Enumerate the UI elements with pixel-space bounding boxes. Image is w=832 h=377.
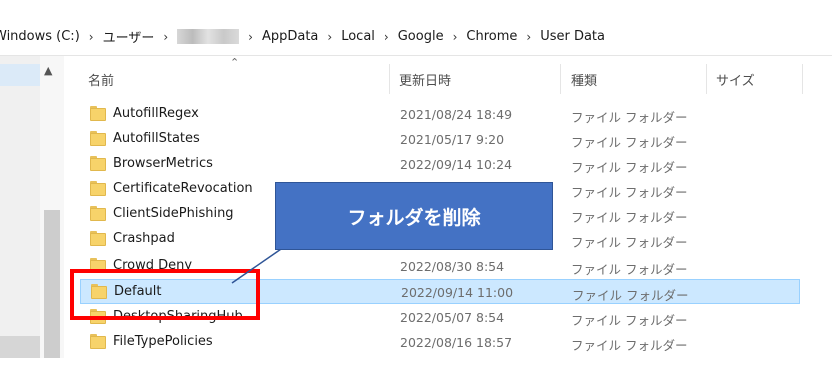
breadcrumb-separator: › [248, 29, 253, 44]
file-type: ファイル フォルダー [571, 110, 688, 125]
column-header-type[interactable]: 種類 [571, 70, 597, 89]
highlight-box [70, 269, 260, 320]
file-type: ファイル フォルダー [571, 235, 688, 250]
list-item[interactable]: AutofillStates 2021/05/17 9:20 ファイル フォルダ… [80, 127, 800, 152]
breadcrumb-item-google[interactable]: Google [398, 29, 444, 44]
folder-icon [90, 181, 106, 196]
file-name: ClientSidePhishing [113, 206, 234, 221]
file-type: ファイル フォルダー [571, 262, 688, 277]
folder-icon [90, 156, 106, 171]
annotation-callout: フォルダを削除 [275, 182, 553, 250]
breadcrumb-item-local[interactable]: Local [341, 29, 375, 44]
file-type: ファイル フォルダー [572, 288, 689, 303]
breadcrumb-item-drive[interactable]: Windows (C:) [0, 29, 80, 44]
scroll-up-icon[interactable]: ▲ [44, 64, 52, 77]
callout-text: フォルダを削除 [347, 206, 481, 229]
file-type: ファイル フォルダー [571, 135, 688, 150]
breadcrumb-item-users[interactable]: ユーザー [103, 27, 155, 46]
navigation-selected-item[interactable] [0, 64, 40, 86]
folder-icon [90, 206, 106, 221]
file-name: CertificateRevocation [113, 181, 253, 196]
breadcrumb-separator: › [88, 29, 94, 44]
file-date: 2022/09/14 11:00 [401, 285, 514, 300]
file-name: FileTypePolicies [113, 334, 213, 349]
folder-icon [90, 106, 106, 121]
file-date: 2022/09/14 10:24 [400, 157, 513, 172]
file-name: BrowserMetrics [113, 156, 213, 171]
column-header-date[interactable]: 更新日時 [399, 70, 451, 89]
file-name: AutofillRegex [113, 106, 199, 121]
breadcrumb-separator: › [327, 29, 333, 44]
file-type: ファイル フォルダー [571, 160, 688, 175]
file-type: ファイル フォルダー [571, 313, 688, 328]
folder-icon [90, 131, 106, 146]
list-item[interactable]: FileTypePolicies 2022/08/16 18:57 ファイル フ… [80, 330, 800, 355]
file-type: ファイル フォルダー [571, 210, 688, 225]
list-item[interactable]: BrowserMetrics 2022/09/14 10:24 ファイル フォル… [80, 152, 800, 177]
column-header-row: ⌃ 名前 更新日時 種類 サイズ [64, 56, 804, 98]
breadcrumb-item-chrome[interactable]: Chrome [466, 29, 517, 44]
breadcrumb-separator: › [163, 29, 169, 44]
navigation-item[interactable] [0, 336, 40, 358]
file-date: 2021/08/24 18:49 [400, 107, 513, 122]
column-divider[interactable] [389, 64, 390, 94]
file-name: AutofillStates [113, 131, 200, 146]
breadcrumb-separator: › [526, 29, 532, 44]
scrollbar-thumb[interactable] [44, 210, 60, 358]
file-type: ファイル フォルダー [571, 338, 688, 353]
file-date: 2022/05/07 8:54 [400, 310, 505, 325]
file-name: Crashpad [113, 231, 175, 246]
breadcrumb: Windows (C:) › ユーザー › › AppData › Local … [0, 18, 832, 56]
column-header-name[interactable]: 名前 [88, 70, 114, 89]
file-date: 2022/08/30 8:54 [400, 259, 505, 274]
file-date: 2021/05/17 9:20 [400, 132, 505, 147]
breadcrumb-separator: › [452, 29, 458, 44]
navigation-pane[interactable] [0, 56, 40, 358]
breadcrumb-item-user-data[interactable]: User Data [540, 29, 605, 44]
breadcrumb-item-appdata[interactable]: AppData [262, 29, 318, 44]
breadcrumb-item-redacted-username [177, 29, 240, 44]
column-divider[interactable] [706, 64, 707, 94]
sort-ascending-icon: ⌃ [230, 56, 240, 69]
file-date: 2022/08/16 18:57 [400, 335, 513, 350]
list-item[interactable]: AutofillRegex 2021/08/24 18:49 ファイル フォルダ… [80, 102, 800, 127]
column-header-size[interactable]: サイズ [716, 70, 755, 89]
column-divider[interactable] [560, 64, 561, 94]
column-divider[interactable] [802, 64, 803, 94]
folder-icon [90, 231, 106, 246]
file-type: ファイル フォルダー [571, 185, 688, 200]
folder-icon [90, 334, 106, 349]
breadcrumb-separator: › [383, 29, 389, 44]
